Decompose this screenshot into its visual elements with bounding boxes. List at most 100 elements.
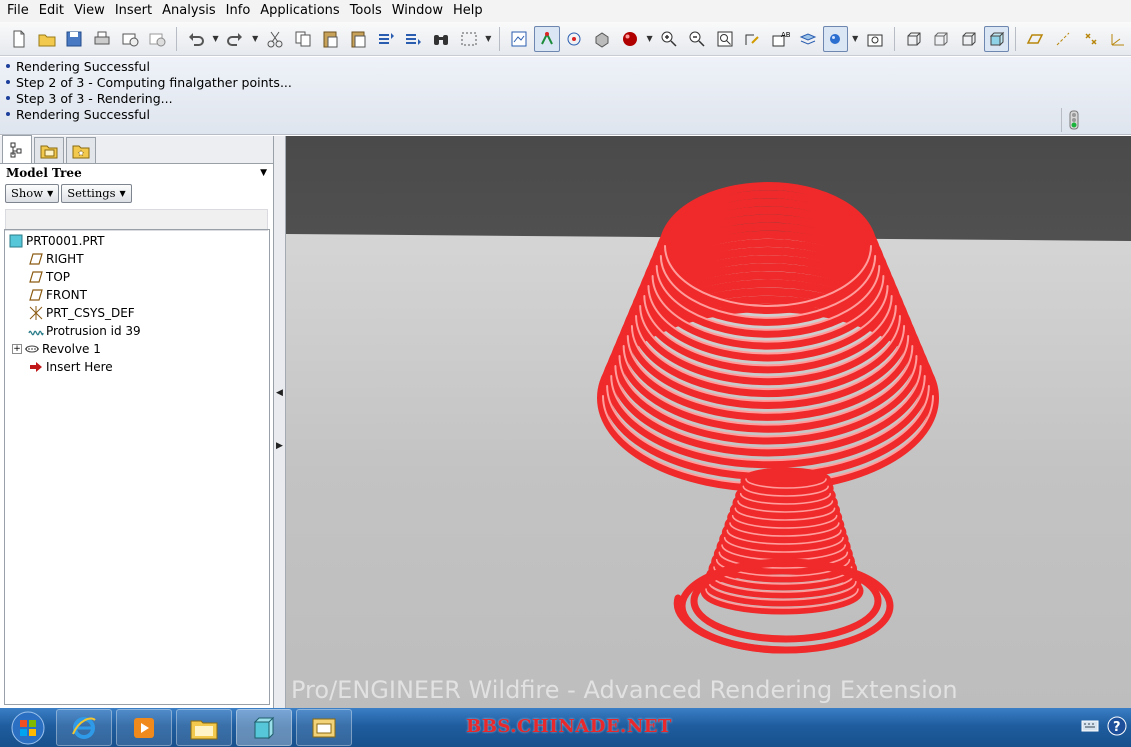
tab-favorites[interactable]: [66, 137, 96, 163]
select-box-button[interactable]: [456, 26, 482, 52]
appearance-button[interactable]: [589, 26, 615, 52]
tree-node-right[interactable]: RIGHT: [5, 250, 269, 268]
zoom-out-icon: [689, 31, 705, 47]
menu-applications[interactable]: Applications: [255, 0, 344, 22]
orient-mode-button[interactable]: [562, 26, 588, 52]
menu-analysis[interactable]: Analysis: [157, 0, 221, 22]
open-button[interactable]: [34, 26, 60, 52]
tree-node-protrusion[interactable]: Protrusion id 39: [5, 322, 269, 340]
refit-button[interactable]: [712, 26, 738, 52]
spin-center-button[interactable]: [533, 25, 560, 52]
render-button[interactable]: [617, 26, 643, 52]
find-button[interactable]: [428, 26, 454, 52]
shading-button[interactable]: [983, 25, 1010, 52]
tree-node-revolve[interactable]: + Revolve 1: [5, 340, 269, 358]
bullet-icon: [6, 80, 10, 84]
model-tree: PRT0001.PRT RIGHT TOP FRONT PRT_CSYS_DEF…: [4, 229, 270, 705]
status-light-icon[interactable]: [1061, 108, 1085, 132]
menu-bar: File Edit View Insert Analysis Info Appl…: [0, 0, 1131, 22]
copy-button[interactable]: [290, 26, 316, 52]
appearance-icon: [595, 31, 609, 48]
undo-icon: [188, 32, 204, 46]
graphics-window[interactable]: Pro/ENGINEER Wildfire - Advanced Renderi…: [286, 136, 1131, 708]
pane-splitter[interactable]: ◀ ▶: [274, 136, 286, 708]
select-dropdown-icon[interactable]: ▼: [483, 26, 493, 52]
zoom-in-button[interactable]: [657, 26, 683, 52]
taskbar-proengineer-button[interactable]: [236, 709, 292, 746]
link-mail-icon: [149, 33, 166, 46]
show-button[interactable]: Show ▼: [5, 183, 60, 203]
tab-folder-browser[interactable]: [34, 137, 64, 163]
csys-toggle-icon: [1111, 33, 1125, 45]
pane-menu-dropdown-icon[interactable]: ▼: [260, 168, 267, 178]
view-manager-dropdown-icon[interactable]: ▼: [850, 26, 860, 52]
start-button[interactable]: [0, 708, 56, 747]
render-dropdown-icon[interactable]: ▼: [645, 26, 655, 52]
tree-node-front[interactable]: FRONT: [5, 286, 269, 304]
cut-button[interactable]: [262, 26, 288, 52]
view-manager-button[interactable]: [822, 25, 849, 52]
undo-button[interactable]: [183, 26, 209, 52]
collapse-left-icon[interactable]: ◀: [276, 388, 283, 398]
wireframe-button[interactable]: [901, 26, 927, 52]
new-file-button[interactable]: [6, 26, 32, 52]
message-line: Rendering Successful: [6, 58, 1131, 74]
layers-button[interactable]: [795, 26, 821, 52]
model-display-button[interactable]: [862, 26, 888, 52]
send-link-button[interactable]: [144, 26, 170, 52]
tree-node-insert-here[interactable]: Insert Here: [5, 358, 269, 376]
datum-axes-toggle[interactable]: [1050, 26, 1076, 52]
datum-planes-toggle[interactable]: [1022, 26, 1048, 52]
reorient-button[interactable]: [740, 26, 766, 52]
settings-button[interactable]: Settings ▼: [61, 183, 132, 203]
datum-axis-toggle-icon: [1056, 32, 1070, 45]
repaint-icon: [511, 31, 527, 46]
regenerate-button[interactable]: [373, 26, 399, 52]
expand-right-icon[interactable]: ▶: [276, 441, 283, 451]
bullet-icon: [6, 64, 10, 68]
undo-dropdown-icon[interactable]: ▼: [211, 26, 221, 52]
tree-node-top[interactable]: TOP: [5, 268, 269, 286]
model-tree-title: Model Tree: [6, 166, 82, 180]
taskbar-media-player-button[interactable]: [116, 709, 172, 746]
tab-model-tree[interactable]: [2, 135, 32, 163]
no-hidden-button[interactable]: [956, 26, 982, 52]
redo-button[interactable]: [223, 26, 249, 52]
menu-file[interactable]: File: [2, 0, 34, 22]
datum-points-toggle[interactable]: [1078, 26, 1104, 52]
menu-view[interactable]: View: [69, 0, 110, 22]
saved-views-button[interactable]: AB: [767, 26, 793, 52]
hidden-line-button[interactable]: [928, 26, 954, 52]
regenerate-manager-button[interactable]: [400, 26, 426, 52]
menu-window[interactable]: Window: [387, 0, 448, 22]
tree-filter-bar[interactable]: [5, 209, 268, 231]
redo-dropdown-icon[interactable]: ▼: [250, 26, 260, 52]
keyboard-icon[interactable]: [1081, 719, 1099, 733]
send-mail-button[interactable]: [117, 26, 143, 52]
message-text: Rendering Successful: [16, 58, 150, 74]
taskbar-ie-button[interactable]: [56, 709, 112, 746]
toolbar-separator: [499, 26, 501, 51]
menu-tools[interactable]: Tools: [345, 0, 387, 22]
tree-node-csys[interactable]: PRT_CSYS_DEF: [5, 304, 269, 322]
print-button[interactable]: [89, 26, 115, 52]
paste-special-button[interactable]: [345, 26, 371, 52]
message-text: Rendering Successful: [16, 106, 150, 122]
menu-insert[interactable]: Insert: [110, 0, 157, 22]
menu-info[interactable]: Info: [221, 0, 256, 22]
paste-button[interactable]: [317, 26, 343, 52]
csys-toggle[interactable]: [1105, 26, 1131, 52]
zoom-out-button[interactable]: [684, 26, 710, 52]
tree-node-part[interactable]: PRT0001.PRT: [5, 232, 269, 250]
chevron-down-icon: ▼: [119, 188, 126, 198]
menu-edit[interactable]: Edit: [34, 0, 69, 22]
no-hidden-icon: [962, 32, 976, 45]
help-icon[interactable]: ?: [1107, 716, 1127, 736]
expand-icon[interactable]: +: [12, 344, 22, 354]
menu-help[interactable]: Help: [448, 0, 488, 22]
repaint-button[interactable]: [506, 26, 532, 52]
show-button-label: Show: [11, 186, 44, 200]
save-button[interactable]: [61, 26, 87, 52]
taskbar-explorer-button[interactable]: [176, 709, 232, 746]
taskbar-window-button[interactable]: [296, 709, 352, 746]
